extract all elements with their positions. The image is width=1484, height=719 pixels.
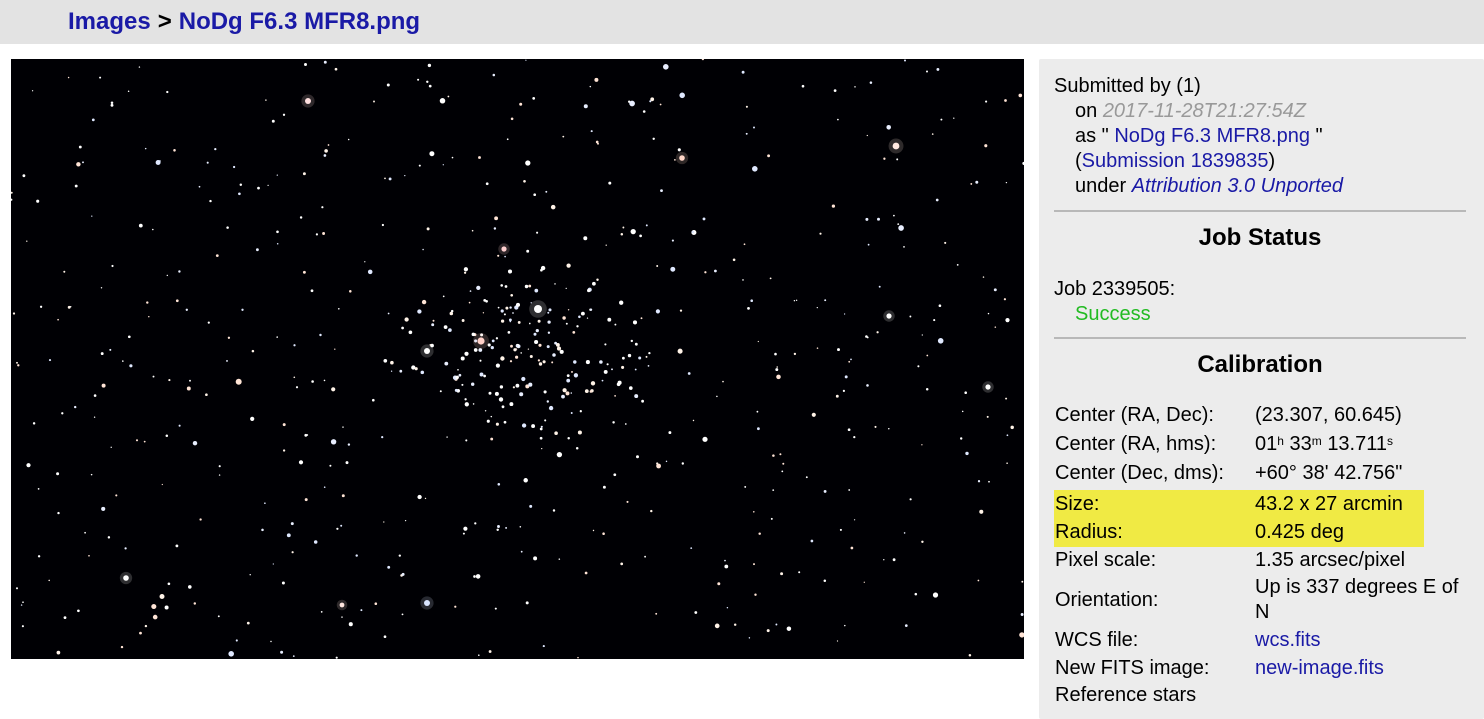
submitted-by-label: Submitted by — [1054, 75, 1171, 97]
submission-date: 2017-11-28T21:27:54Z — [1102, 100, 1306, 122]
calibration-heading: Calibration — [1197, 351, 1323, 378]
size-label: Size: — [1055, 493, 1100, 515]
breadcrumb: Images > NoDg F6.3 MFR8.png — [68, 8, 420, 36]
radius-value: 0.425 deg — [1255, 521, 1344, 543]
center-hms-value: 01h 33m 13.711s — [1255, 433, 1393, 455]
license-link[interactable]: Attribution 3.0 Unported — [1132, 175, 1343, 197]
submission-open: ( — [1075, 150, 1082, 172]
divider — [1054, 210, 1466, 212]
center-radec-label: Center (RA, Dec): — [1055, 404, 1214, 426]
center-dms-label: Center (Dec, dms): — [1055, 462, 1224, 484]
breadcrumb-separator: > — [157, 8, 172, 35]
divider — [1054, 337, 1466, 339]
orientation-label: Orientation: — [1055, 589, 1159, 611]
submission-link[interactable]: Submission 1839835 — [1082, 150, 1269, 172]
job-status-value: Success — [1075, 303, 1151, 325]
as-label: as " — [1075, 125, 1109, 147]
new-fits-link[interactable]: new-image.fits — [1255, 657, 1384, 679]
wcs-label: WCS file: — [1055, 629, 1139, 651]
job-label: Job 2339505: — [1054, 278, 1176, 300]
as-close: " — [1315, 125, 1323, 147]
wcs-file-link[interactable]: wcs.fits — [1255, 629, 1321, 651]
center-radec-value: (23.307, 60.645) — [1255, 404, 1402, 426]
new-fits-label: New FITS image: — [1055, 657, 1210, 679]
top-bar: Images > NoDg F6.3 MFR8.png — [0, 0, 1484, 44]
job-info: Job 2339505: Success — [1054, 277, 1466, 327]
sky-image[interactable] — [11, 59, 1024, 659]
info-panel: Submitted by (1) on 2017-11-28T21:27:54Z… — [1039, 59, 1484, 719]
breadcrumb-images-link[interactable]: Images — [68, 8, 151, 35]
size-value: 43.2 x 27 arcmin — [1255, 493, 1403, 515]
under-label: under — [1075, 175, 1127, 197]
submission-info: Submitted by (1) on 2017-11-28T21:27:54Z… — [1054, 59, 1466, 199]
filename-link[interactable]: NoDg F6.3 MFR8.png — [1114, 125, 1310, 147]
center-dms-value: +60° 38' 42.756" — [1255, 462, 1403, 484]
reference-stars-label: Reference stars — [1055, 684, 1197, 706]
star-field — [11, 59, 1024, 659]
job-status-heading: Job Status — [1198, 224, 1322, 251]
calib-row-size: Size: 43.2 x 27 arcmin — [1054, 490, 1424, 519]
submitter: (1) — [1176, 75, 1201, 97]
calib-row-radius: Radius: 0.425 deg — [1054, 519, 1424, 547]
center-hms-label: Center (RA, hms): — [1055, 433, 1217, 455]
calib-row-orientation: Orientation: Up is 337 degrees E of N — [1054, 575, 1458, 625]
pixel-scale-value: 1.35 arcsec/pixel — [1255, 549, 1406, 571]
submission-close: ) — [1268, 150, 1276, 172]
pixel-scale-label: Pixel scale: — [1055, 549, 1157, 571]
orientation-value: Up is 337 degrees E of N — [1255, 576, 1459, 623]
on-label: on — [1075, 100, 1098, 122]
radius-label: Radius: — [1055, 521, 1123, 543]
breadcrumb-current-link[interactable]: NoDg F6.3 MFR8.png — [179, 8, 420, 35]
